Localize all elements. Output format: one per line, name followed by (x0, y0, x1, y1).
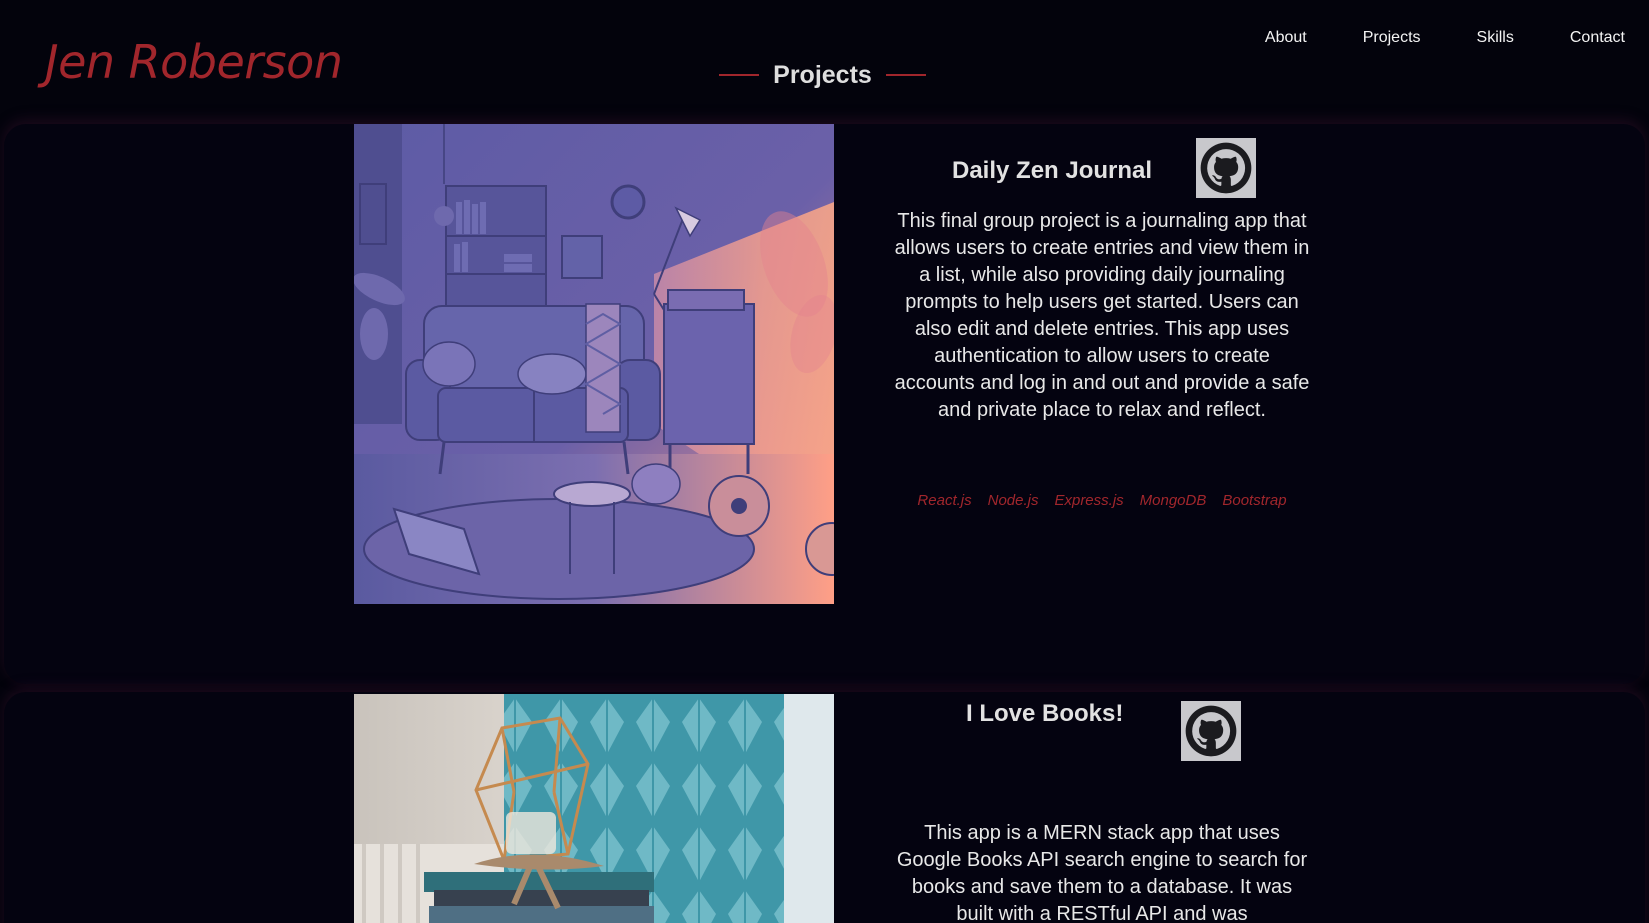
tech-tag: Express.js (1054, 492, 1124, 509)
project-card: Daily Zen Journal This final group proje… (4, 124, 1645, 684)
title-accent-line-left (719, 74, 760, 76)
nav-link-contact[interactable]: Contact (1570, 26, 1625, 50)
books-and-candle-photo-icon (354, 694, 834, 923)
github-link[interactable] (1196, 138, 1256, 198)
project-description: This final group project is a journaling… (894, 210, 1310, 421)
project-image-i-love-books (354, 694, 834, 923)
project-card: I Love Books! This app is a MERN stack a… (4, 692, 1645, 923)
github-link[interactable] (1181, 701, 1241, 761)
nav-link-about[interactable]: About (1265, 26, 1307, 50)
nav-link-projects[interactable]: Projects (1363, 26, 1421, 50)
project-title-row: I Love Books! (966, 692, 1123, 744)
tech-tag-list: React.js Node.js Express.js MongoDB Boot… (892, 492, 1312, 509)
github-icon (1200, 142, 1252, 194)
github-icon (1185, 705, 1237, 757)
tech-tag: Bootstrap (1222, 492, 1287, 509)
section-title: Projects (773, 61, 872, 89)
tech-tag: React.js (917, 492, 972, 509)
title-accent-line-right (885, 74, 926, 76)
tech-tag: Node.js (987, 492, 1039, 509)
project-title: I Love Books! (966, 700, 1124, 727)
nav-link-skills[interactable]: Skills (1477, 26, 1514, 50)
project-image-daily-zen-journal (354, 124, 834, 604)
project-title-row: Daily Zen Journal (952, 141, 1152, 201)
project-description: This app is a MERN stack app that uses G… (896, 822, 1308, 923)
section-header: Projects (0, 58, 1649, 92)
cozy-living-room-illustration-icon (354, 124, 834, 604)
main-nav: About Projects Skills Contact (1209, 26, 1625, 50)
project-title: Daily Zen Journal (952, 157, 1153, 184)
tech-tag: MongoDB (1139, 492, 1207, 509)
